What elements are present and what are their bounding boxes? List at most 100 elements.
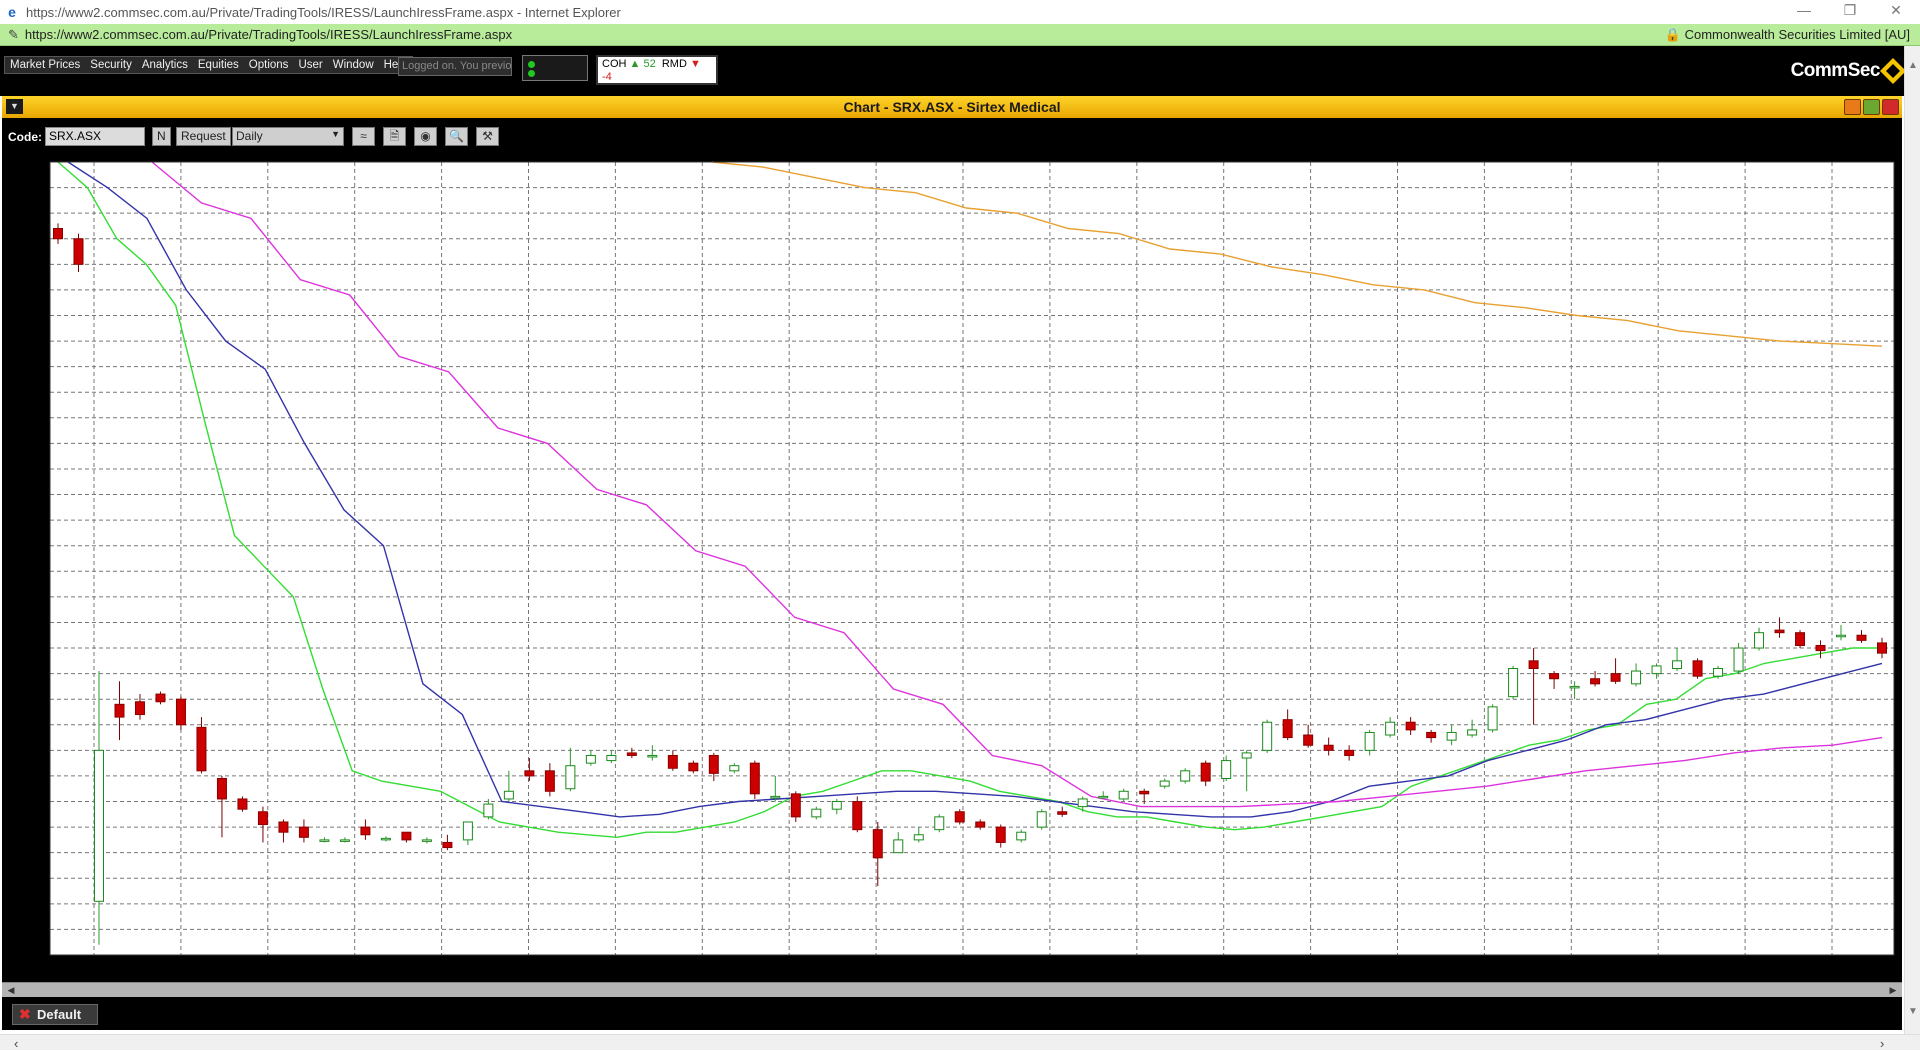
page-scroll-left-icon[interactable]: ‹	[14, 1036, 18, 1051]
candle-body	[852, 801, 863, 831]
address-bar[interactable]: ✎ https://www2.commsec.com.au/Private/Tr…	[0, 24, 1920, 46]
candle-body	[175, 698, 186, 726]
code-input[interactable]: SRX.ASX	[45, 127, 145, 146]
menu-analytics[interactable]: Analytics	[137, 57, 193, 73]
window-menu-icon[interactable]: ▼	[6, 99, 23, 114]
y-tick-label: 2300	[20, 387, 46, 399]
code-label: Code:	[8, 130, 42, 144]
tools-icon[interactable]: ⚒	[476, 127, 499, 146]
n-button[interactable]: N	[152, 127, 171, 146]
y-tick-label: 2700	[20, 183, 46, 195]
y-tick-label: 2100	[20, 490, 46, 502]
x-tick-label: 11-Feb-2017	[1057, 964, 1122, 976]
x-tick-label: 16-Feb-2017	[1144, 964, 1210, 976]
ticker-change-2: -4	[602, 71, 612, 83]
candle-body	[749, 762, 760, 795]
request-button[interactable]: Request	[176, 127, 231, 146]
y-tick-label: 1550	[20, 771, 46, 783]
y-tick-label: 2050	[20, 515, 46, 527]
window-close-icon[interactable]	[1882, 99, 1899, 115]
connection-status-indicator	[522, 55, 588, 81]
page-scroll-down-icon[interactable]: ▼	[1908, 1006, 1918, 1017]
candle-body	[585, 754, 596, 764]
menu-options[interactable]: Options	[244, 57, 294, 73]
candle-body	[811, 808, 822, 818]
x-tick-label: 30-Jan-2017	[884, 964, 949, 976]
certificate-text: Commonwealth Securities Limited [AU]	[1684, 27, 1910, 42]
page-scroll-up-icon[interactable]: ▲	[1908, 60, 1918, 71]
price-chart[interactable]: 1200 1250 1300 1350 1400 1450 1500 1550 1600 1650…	[2, 152, 1902, 982]
window-maximize-icon[interactable]	[1863, 99, 1880, 115]
menu-window[interactable]: Window	[328, 57, 379, 73]
x-tick-label: 08-Jan-2017	[536, 964, 601, 976]
candle-body	[1651, 665, 1662, 675]
y-tick-label: 1750	[20, 669, 46, 681]
page-vertical-scrollbar[interactable]: ▲ ▼	[1904, 46, 1920, 1034]
y-tick-label: 2250	[20, 413, 46, 425]
ticker-box[interactable]: COH ▲ 52 RMD ▼ -4 7 @ 13629 105 @ 933	[596, 55, 718, 109]
zoom-icon[interactable]: 🔍	[445, 127, 468, 146]
candle-body	[1836, 634, 1847, 638]
app-menu-bar: Market Prices Security Analytics Equitie…	[0, 46, 1920, 109]
x-tick-label: 10-Dec-2016	[101, 964, 167, 976]
page-scroll-right-icon[interactable]: ›	[1880, 1036, 1884, 1051]
chart-svg[interactable]: 1200 1250 1300 1350 1400 1450 1500 1550 1600 1650…	[2, 152, 1902, 982]
scroll-right-icon[interactable]: ▶	[1886, 984, 1900, 996]
candle-body	[1282, 719, 1293, 739]
page-horizontal-scrollbar[interactable]: ‹ ›	[0, 1034, 1920, 1051]
y-tick-label: 1650	[20, 720, 46, 732]
candle-body	[216, 777, 227, 800]
certificate-label[interactable]: 🔒 Commonwealth Securities Limited [AU]	[1665, 27, 1910, 43]
candle-body	[606, 754, 617, 762]
chart-style-icon[interactable]: ≈	[352, 127, 375, 146]
candle-body	[872, 829, 883, 859]
candle-body	[667, 754, 678, 769]
y-tick-label: 2450	[20, 310, 46, 322]
menu-user[interactable]: User	[293, 57, 327, 73]
candle-body	[93, 749, 104, 902]
document-icon[interactable]: 🗎	[383, 127, 406, 146]
window-minimize-icon[interactable]	[1844, 99, 1861, 115]
chart-toolbar: Code: SRX.ASX N Request Daily ▼ ≈ 🗎 ◉ 🔍 …	[2, 118, 1902, 152]
y-tick-label: 2200	[20, 438, 46, 450]
period-select[interactable]: Daily ▼	[232, 127, 344, 146]
candle-body	[360, 826, 371, 836]
y-tick-label: 1400	[20, 848, 46, 860]
candle-body	[237, 798, 248, 810]
candle-body	[1303, 734, 1314, 746]
candle-body	[831, 801, 842, 810]
close-icon[interactable]: ✕	[1876, 2, 1916, 19]
candle-body	[1713, 667, 1724, 677]
candle-body	[1692, 660, 1703, 677]
minimize-icon[interactable]: —	[1784, 2, 1824, 18]
candle-body	[1610, 673, 1621, 682]
restore-icon[interactable]: ❐	[1830, 2, 1870, 19]
menu-security[interactable]: Security	[85, 57, 137, 73]
candle-body	[1754, 632, 1765, 649]
chart-horizontal-scrollbar[interactable]: ◀ ▶	[2, 982, 1902, 997]
scroll-left-icon[interactable]: ◀	[4, 984, 18, 996]
candle-body	[1405, 721, 1416, 731]
color-palette-icon[interactable]: ◉	[414, 127, 437, 146]
candle-body	[1159, 780, 1170, 787]
address-url[interactable]: https://www2.commsec.com.au/Private/Trad…	[25, 27, 512, 42]
menu-equities[interactable]: Equities	[193, 57, 244, 73]
y-tick-label: 2150	[20, 464, 46, 476]
chart-window-title: Chart - SRX.ASX - Sirtex Medical	[843, 99, 1061, 115]
candle-body	[565, 765, 576, 790]
candle-body	[1795, 632, 1806, 646]
default-tab[interactable]: ✖ Default	[12, 1004, 98, 1025]
close-tab-icon[interactable]: ✖	[19, 1005, 31, 1024]
y-tick-label: 2500	[20, 285, 46, 297]
candle-body	[1733, 647, 1744, 672]
menu-market-prices[interactable]: Market Prices	[5, 57, 85, 73]
x-tick-label: 17-Mar-2017	[1578, 964, 1644, 976]
candle-body	[688, 762, 699, 772]
candle-body	[544, 770, 555, 792]
candle-body	[73, 238, 84, 265]
y-tick-label: 1300	[20, 899, 46, 911]
y-tick-label: 1200	[20, 950, 46, 962]
candle-body	[298, 826, 309, 838]
internet-explorer-icon: e	[8, 4, 16, 20]
candle-body	[1118, 790, 1129, 800]
